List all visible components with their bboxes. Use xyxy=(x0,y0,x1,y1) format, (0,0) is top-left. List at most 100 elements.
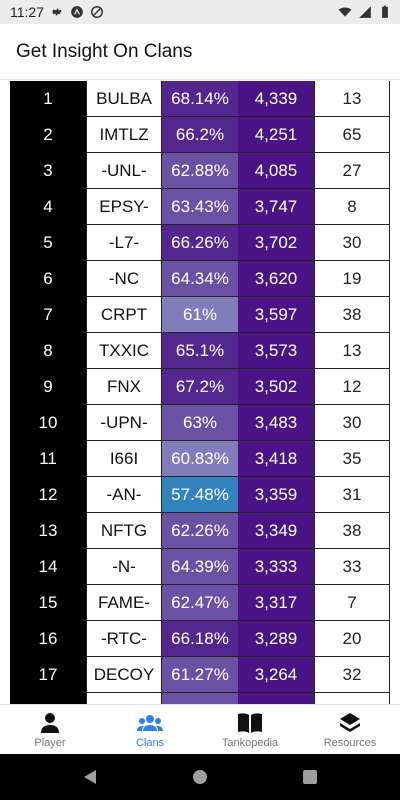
clan-table-body: 1 BULBA 68.14% 4,339 13 2 IMTLZ 66.2% 4,251 65 3 -U… xyxy=(10,81,390,704)
members-count-cell: 27 xyxy=(314,153,390,189)
winrate-cell: 63% xyxy=(162,405,238,441)
table-row[interactable]: 11 I66I 60.83% 3,418 35 xyxy=(10,441,390,477)
rating-cell: 3,597 xyxy=(238,297,314,333)
winrate-cell: 61% xyxy=(162,297,238,333)
app-header: Get Insight On Clans xyxy=(0,24,400,80)
winrate-cell: 62.47% xyxy=(162,585,238,621)
status-time: 11:27 xyxy=(10,4,44,20)
settings-gear-icon xyxy=(50,5,64,19)
rating-cell: 3,359 xyxy=(238,477,314,513)
nav-tankopedia[interactable]: Tankopedia xyxy=(200,705,300,754)
rank-cell: 9 xyxy=(10,369,86,405)
table-row[interactable]: 7 CRPT 61% 3,597 38 xyxy=(10,297,390,333)
winrate-cell: 66.18% xyxy=(162,621,238,657)
table-row[interactable]: 10 -UPN- 63% 3,483 30 xyxy=(10,405,390,441)
table-row[interactable]: 9 FNX 67.2% 3,502 12 xyxy=(10,369,390,405)
status-left: 11:27 xyxy=(10,4,104,20)
table-row[interactable]: 1 BULBA 68.14% 4,339 13 xyxy=(10,81,390,117)
rank-cell: 3 xyxy=(10,153,86,189)
recents-square-icon[interactable] xyxy=(300,767,320,787)
nav-player[interactable]: Player xyxy=(0,705,100,754)
home-circle-icon[interactable] xyxy=(190,767,210,787)
rank-cell: 10 xyxy=(10,405,86,441)
rank-cell: 14 xyxy=(10,549,86,585)
rating-cell: 4,339 xyxy=(238,81,314,117)
winrate-cell: 67.2% xyxy=(162,369,238,405)
clan-tag-cell: -UNL- xyxy=(86,153,162,189)
winrate-cell: 61.27% xyxy=(162,657,238,693)
clan-tag-cell: EPSY- xyxy=(86,189,162,225)
nav-label-player: Player xyxy=(34,736,66,749)
person-icon xyxy=(37,711,63,735)
system-navigation-bar xyxy=(0,754,400,800)
bottom-navigation: Player Clans Tankopedia Resources xyxy=(0,704,400,754)
members-count-cell: 8 xyxy=(314,189,390,225)
members-count-cell xyxy=(314,693,390,704)
group-icon xyxy=(137,711,163,735)
table-row[interactable]: 12 -AN- 57.48% 3,359 31 xyxy=(10,477,390,513)
table-row[interactable]: 3 -UNL- 62.88% 4,085 27 xyxy=(10,153,390,189)
nav-clans[interactable]: Clans xyxy=(100,705,200,754)
table-row[interactable]: 15 FAME- 62.47% 3,317 7 xyxy=(10,585,390,621)
winrate-cell: 65.1% xyxy=(162,333,238,369)
winrate-cell: 62.88% xyxy=(162,153,238,189)
rating-cell: 3,573 xyxy=(238,333,314,369)
clan-tag-cell: -L7- xyxy=(86,225,162,261)
rank-cell: 16 xyxy=(10,621,86,657)
clan-tag-cell: -NC xyxy=(86,261,162,297)
rating-cell: 3,747 xyxy=(238,189,314,225)
table-row[interactable]: 8 TXXIC 65.1% 3,573 13 xyxy=(10,333,390,369)
table-row[interactable]: 14 -N- 64.39% 3,333 33 xyxy=(10,549,390,585)
members-count-cell: 12 xyxy=(314,369,390,405)
members-count-cell: 13 xyxy=(314,81,390,117)
winrate-cell: 68.14% xyxy=(162,81,238,117)
rating-cell: 3,620 xyxy=(238,261,314,297)
page-title: Get Insight On Clans xyxy=(16,40,193,62)
table-row[interactable]: 6 -NC 64.34% 3,620 19 xyxy=(10,261,390,297)
members-count-cell: 38 xyxy=(314,513,390,549)
rating-cell: 3,264 xyxy=(238,657,314,693)
rating-cell: 3,289 xyxy=(238,621,314,657)
clan-tag-cell: IMTLZ xyxy=(86,117,162,153)
nav-resources[interactable]: Resources xyxy=(300,705,400,754)
nav-label-clans: Clans xyxy=(135,736,165,749)
rank-cell: 1 xyxy=(10,81,86,117)
app-notification-icon xyxy=(70,5,84,19)
clan-tag-cell xyxy=(86,693,162,704)
winrate-cell: 62.26% xyxy=(162,513,238,549)
data-saver-icon xyxy=(90,5,104,19)
rank-cell: 7 xyxy=(10,297,86,333)
rating-cell: 3,502 xyxy=(238,369,314,405)
clan-tag-cell: TXXIC xyxy=(86,333,162,369)
table-row[interactable]: 4 EPSY- 63.43% 3,747 8 xyxy=(10,189,390,225)
rank-cell: 4 xyxy=(10,189,86,225)
layers-icon xyxy=(337,711,363,735)
winrate-cell: 66.2% xyxy=(162,117,238,153)
rating-cell: 4,251 xyxy=(238,117,314,153)
wifi-icon xyxy=(338,5,352,19)
table-row[interactable]: 5 -L7- 66.26% 3,702 30 xyxy=(10,225,390,261)
rating-cell: 3,333 xyxy=(238,549,314,585)
winrate-cell: 57.48% xyxy=(162,477,238,513)
clan-table[interactable]: 1 BULBA 68.14% 4,339 13 2 IMTLZ 66.2% 4,251 65 3 -U… xyxy=(10,81,390,704)
table-row[interactable]: 2 IMTLZ 66.2% 4,251 65 xyxy=(10,117,390,153)
rank-cell: 8 xyxy=(10,333,86,369)
clan-tag-cell: FAME- xyxy=(86,585,162,621)
members-count-cell: 32 xyxy=(314,657,390,693)
clan-tag-cell: FNX xyxy=(86,369,162,405)
winrate-cell: 66.26% xyxy=(162,225,238,261)
members-count-cell: 19 xyxy=(314,261,390,297)
winrate-cell xyxy=(162,693,238,704)
rating-cell xyxy=(238,693,314,704)
rank-cell: 15 xyxy=(10,585,86,621)
table-row[interactable]: 17 DECOY 61.27% 3,264 32 xyxy=(10,657,390,693)
rank-cell: 17 xyxy=(10,657,86,693)
status-right xyxy=(338,5,392,19)
table-row[interactable] xyxy=(10,693,390,704)
table-row[interactable]: 16 -RTC- 66.18% 3,289 20 xyxy=(10,621,390,657)
battery-icon xyxy=(378,5,392,19)
clan-tag-cell: DECOY xyxy=(86,657,162,693)
back-triangle-icon[interactable] xyxy=(80,767,100,787)
table-row[interactable]: 13 NFTG 62.26% 3,349 38 xyxy=(10,513,390,549)
members-count-cell: 7 xyxy=(314,585,390,621)
